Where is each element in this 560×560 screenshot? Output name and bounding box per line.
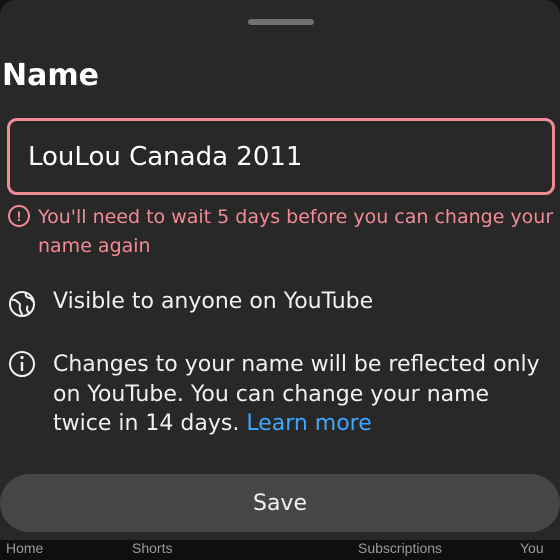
page-title: Name [2,58,99,93]
info-icon [9,351,35,377]
learn-more-link[interactable]: Learn more [246,411,371,436]
nav-item-home[interactable]: Home [6,540,43,556]
nav-item-you[interactable]: You [520,540,544,556]
error-message: You'll need to wait 5 days before you ca… [38,206,554,257]
globe-icon [9,291,35,317]
visibility-text: Visible to anyone on YouTube [53,289,374,314]
bottom-navigation: Home Shorts Subscriptions You [0,540,560,560]
nav-item-subscriptions[interactable]: Subscriptions [358,540,442,556]
info-text: Changes to your name will be reflected o… [53,350,553,439]
error-icon: ! [8,205,30,227]
drag-handle-icon[interactable] [248,19,314,25]
name-input[interactable] [7,118,555,195]
edit-name-sheet: Name ! You'll need to wait 5 days before… [0,0,560,540]
save-button[interactable]: Save [0,474,560,532]
nav-item-shorts[interactable]: Shorts [132,540,172,556]
